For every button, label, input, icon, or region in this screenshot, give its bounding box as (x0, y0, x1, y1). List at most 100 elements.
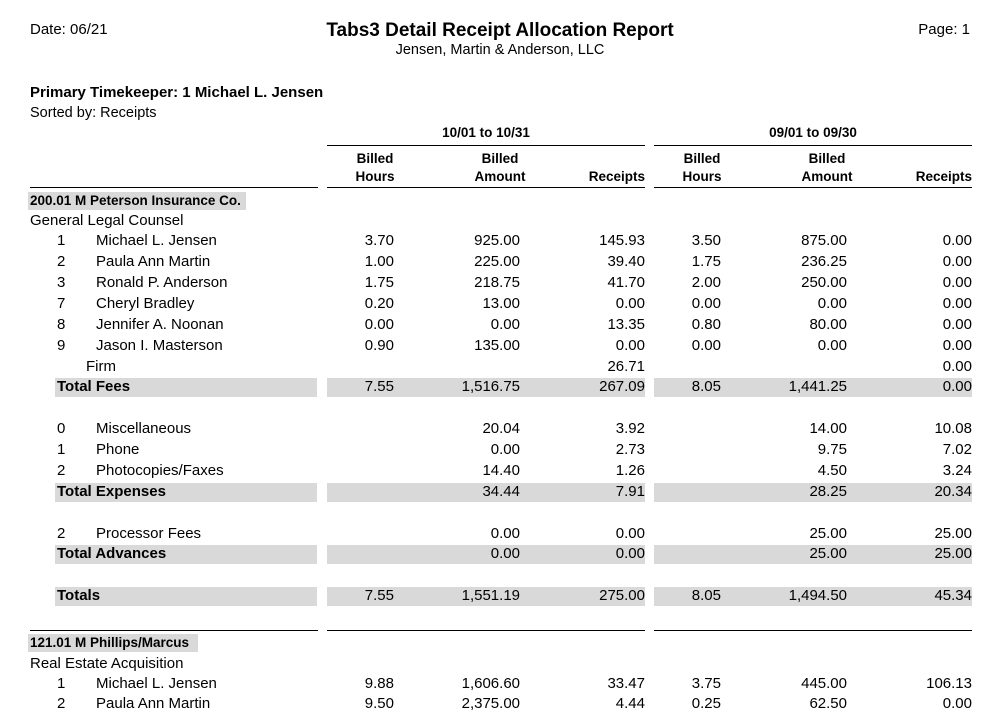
value-cell: 1,441.25 (788, 378, 847, 395)
value-cell: 106.13 (926, 675, 972, 692)
header-rule-right (654, 187, 972, 188)
value-cell: 45.34 (934, 587, 972, 604)
total-label: Total Advances (57, 545, 167, 562)
value-cell: 14.40 (482, 462, 520, 479)
row-number: 1 (57, 232, 66, 249)
primary-timekeeper: Primary Timekeeper: 1 Michael L. Jensen (30, 84, 324, 101)
value-cell: 0.00 (691, 295, 721, 312)
value-cell: 3.24 (942, 462, 972, 479)
value-cell: 0.00 (942, 358, 972, 375)
value-cell: 0.00 (364, 316, 394, 333)
value-cell: 14.00 (809, 420, 847, 437)
row-label: Phone (96, 441, 140, 458)
value-cell: 3.75 (691, 675, 721, 692)
value-cell: 8.05 (691, 587, 721, 604)
value-cell: 1.26 (615, 462, 645, 479)
total-label: Total Fees (57, 378, 131, 395)
value-cell: 0.00 (942, 274, 972, 291)
row-number: 2 (57, 253, 66, 270)
value-cell: 1,516.75 (461, 378, 520, 395)
value-cell: 1,551.19 (461, 587, 520, 604)
value-cell: 7.55 (364, 378, 394, 395)
value-cell: 25.00 (809, 525, 847, 542)
value-cell: 0.00 (817, 337, 847, 354)
header-rule-left (30, 187, 318, 188)
value-cell: 10.08 (934, 420, 972, 437)
client-name: 121.01 M Phillips/Marcus (30, 635, 190, 650)
value-cell: 0.00 (942, 295, 972, 312)
col-billed-amount-2: Billed Amount (801, 151, 853, 184)
value-cell: 26.71 (607, 358, 645, 375)
col-billed-hours-2: Billed Hours (682, 151, 722, 184)
row-label: Paula Ann Martin (96, 253, 211, 270)
value-cell: 8.05 (691, 378, 721, 395)
client-name: 200.01 M Peterson Insurance Co. (30, 193, 241, 208)
value-cell: 25.00 (934, 525, 972, 542)
value-cell: 28.25 (809, 483, 847, 500)
value-cell: 13.00 (482, 295, 520, 312)
row-label: Firm (86, 358, 116, 375)
value-cell: 1.75 (364, 274, 394, 291)
value-cell: 1.00 (364, 253, 394, 270)
value-cell: 2.00 (691, 274, 721, 291)
value-cell: 3.92 (615, 420, 645, 437)
row-number: 2 (57, 462, 66, 479)
matter-description: General Legal Counsel (30, 212, 184, 229)
row-label: Processor Fees (96, 525, 202, 542)
row-number: 2 (57, 695, 66, 712)
value-cell: 7.91 (615, 483, 645, 500)
row-number: 7 (57, 295, 66, 312)
value-cell: 445.00 (801, 675, 847, 692)
value-cell: 0.00 (490, 316, 520, 333)
value-cell: 2.73 (615, 441, 645, 458)
value-cell: 4.50 (817, 462, 847, 479)
row-label: Photocopies/Faxes (96, 462, 224, 479)
value-cell: 1,606.60 (461, 675, 520, 692)
value-cell: 3.70 (364, 232, 394, 249)
row-label: Michael L. Jensen (96, 232, 217, 249)
value-cell: 0.00 (490, 441, 520, 458)
row-label: Cheryl Bradley (96, 295, 195, 312)
value-cell: 9.75 (817, 441, 847, 458)
client-rule-right (654, 630, 972, 631)
value-cell: 0.90 (364, 337, 394, 354)
value-cell: 25.00 (809, 545, 847, 562)
matter-description: Real Estate Acquisition (30, 655, 184, 672)
row-label: Miscellaneous (96, 420, 192, 437)
total-label: Total Expenses (57, 483, 166, 500)
row-label: Michael L. Jensen (96, 675, 217, 692)
row-label: Jason I. Masterson (96, 337, 223, 354)
col-receipts-2: Receipts (915, 169, 972, 184)
col-billed-hours-1: Billed Hours (355, 151, 395, 184)
col-billed-amount-1: Billed Amount (474, 151, 526, 184)
row-label: Ronald P. Anderson (96, 274, 228, 291)
row-label: Jennifer A. Noonan (96, 316, 224, 333)
value-cell: 0.00 (615, 525, 645, 542)
page-number: Page: 1 (918, 21, 970, 38)
value-cell: 0.00 (691, 337, 721, 354)
value-cell: 0.25 (691, 695, 721, 712)
sorted-by: Sorted by: Receipts (30, 105, 157, 121)
value-cell: 20.04 (482, 420, 520, 437)
header-rule-mid (327, 187, 645, 188)
value-cell: 0.00 (942, 378, 972, 395)
row-number: 1 (57, 441, 66, 458)
value-cell: 62.50 (809, 695, 847, 712)
client-rule-mid (327, 630, 645, 631)
value-cell: 218.75 (474, 274, 520, 291)
value-cell: 0.00 (817, 295, 847, 312)
value-cell: 1,494.50 (788, 587, 847, 604)
value-cell: 0.00 (490, 545, 520, 562)
value-cell: 9.88 (364, 675, 394, 692)
period-current-rule (327, 145, 645, 146)
value-cell: 0.00 (942, 337, 972, 354)
value-cell: 34.44 (482, 483, 520, 500)
value-cell: 1.75 (691, 253, 721, 270)
report-title: Tabs3 Detail Receipt Allocation Report (326, 20, 674, 41)
value-cell: 7.02 (942, 441, 972, 458)
value-cell: 250.00 (801, 274, 847, 291)
client-rule-left (30, 630, 318, 631)
value-cell: 875.00 (801, 232, 847, 249)
value-cell: 20.34 (934, 483, 972, 500)
value-cell: 7.55 (364, 587, 394, 604)
